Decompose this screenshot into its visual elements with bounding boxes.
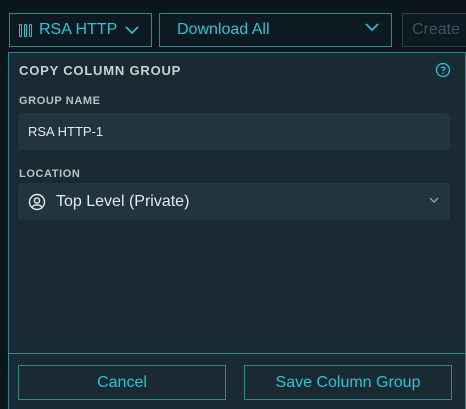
column-group-label: RSA HTTP	[39, 21, 118, 38]
help-icon[interactable]	[435, 62, 451, 78]
group-name-input[interactable]: RSA HTTP-1	[18, 113, 450, 150]
toolbar: RSA HTTP Download All Create	[0, 0, 466, 52]
download-all-dropdown[interactable]: Download All	[159, 13, 392, 47]
location-select[interactable]: Top Level (Private)	[18, 183, 450, 220]
chevron-down-icon	[429, 197, 439, 203]
location-value: Top Level (Private)	[56, 192, 190, 210]
create-button[interactable]: Create	[402, 13, 466, 47]
chevron-down-icon	[365, 23, 379, 32]
create-label: Create	[412, 21, 461, 38]
group-name-value: RSA HTTP-1	[28, 124, 104, 139]
location-label: LOCATION	[19, 168, 81, 180]
cancel-button[interactable]: Cancel	[18, 365, 226, 400]
footer-divider	[9, 353, 465, 354]
user-icon	[28, 193, 46, 210]
chevron-down-icon	[125, 25, 139, 34]
columns-icon	[19, 23, 32, 37]
dialog-title: COPY COLUMN GROUP	[19, 63, 182, 78]
group-name-label: GROUP NAME	[19, 95, 101, 107]
copy-column-group-dialog: COPY COLUMN GROUP GROUP NAME RSA HTTP-1 …	[8, 52, 466, 409]
download-all-label: Download All	[177, 21, 270, 38]
save-column-group-button[interactable]: Save Column Group	[244, 365, 452, 400]
column-group-selector-button[interactable]: RSA HTTP	[9, 13, 152, 47]
